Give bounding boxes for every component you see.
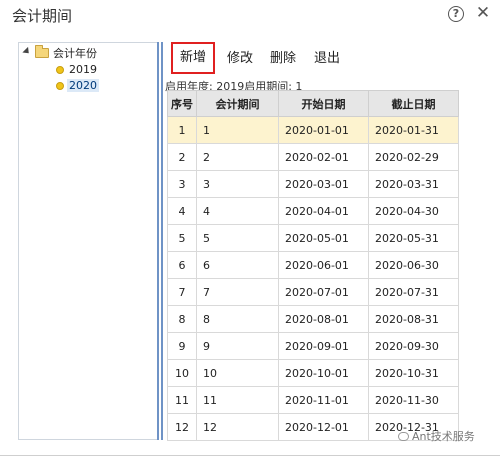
cell-end-date: 2020-02-29 [368,143,459,171]
cell-start-date: 2020-07-01 [278,278,369,306]
watermark-text: Ant技术服务 [412,430,475,443]
year-dot-icon [56,66,64,74]
toolbar: 新增 修改 删除 退出 [163,42,473,76]
delete-button[interactable]: 删除 [270,48,296,70]
cell-seq: 10 [167,359,197,387]
exit-button[interactable]: 退出 [314,48,340,70]
cell-end-date: 2020-08-31 [368,305,459,333]
cell-seq: 12 [167,413,197,441]
cell-seq: 2 [167,143,197,171]
cell-period: 2 [196,143,279,171]
table-row[interactable]: 10 10 2020-10-01 2020-10-31 [167,359,459,387]
column-header-start[interactable]: 开始日期 [278,90,369,117]
tree-item-label: 2020 [67,79,99,92]
cell-end-date: 2020-05-31 [368,224,459,252]
cell-period: 1 [196,116,279,144]
watermark: Ant技术服务 [398,428,475,444]
table-row[interactable]: 3 3 2020-03-01 2020-03-31 [167,170,459,198]
cell-end-date: 2020-07-31 [368,278,459,306]
cell-end-date: 2020-04-30 [368,197,459,225]
cell-period: 6 [196,251,279,279]
cell-seq: 11 [167,386,197,414]
cell-start-date: 2020-11-01 [278,386,369,414]
title-bar: 会计期间 ? ✕ [0,0,500,30]
table-row[interactable]: 7 7 2020-07-01 2020-07-31 [167,278,459,306]
cell-seq: 9 [167,332,197,360]
dialog-bottom-border [0,455,500,456]
table-row[interactable]: 11 11 2020-11-01 2020-11-30 [167,386,459,414]
tree-item-label: 2019 [69,63,97,76]
cell-start-date: 2020-10-01 [278,359,369,387]
help-icon[interactable]: ? [448,6,464,22]
cell-end-date: 2020-03-31 [368,170,459,198]
cell-start-date: 2020-01-01 [278,116,369,144]
cell-start-date: 2020-12-01 [278,413,369,441]
tree-item-2020[interactable]: 2020 [19,77,157,93]
cell-period: 11 [196,386,279,414]
cell-seq: 6 [167,251,197,279]
add-button[interactable]: 新增 [171,42,216,74]
cell-period: 3 [196,170,279,198]
tree-root-label: 会计年份 [53,47,97,60]
wechat-icon [398,432,409,441]
year-tree: 会计年份 2019 2020 [18,42,158,440]
cell-end-date: 2020-09-30 [368,332,459,360]
cell-period: 5 [196,224,279,252]
cell-seq: 3 [167,170,197,198]
cell-end-date: 2020-01-31 [368,116,459,144]
cell-start-date: 2020-03-01 [278,170,369,198]
cell-start-date: 2020-04-01 [278,197,369,225]
cell-end-date: 2020-06-30 [368,251,459,279]
table-row[interactable]: 2 2 2020-02-01 2020-02-29 [167,143,459,171]
window-title: 会计期间 [12,7,73,25]
cell-seq: 8 [167,305,197,333]
cell-start-date: 2020-06-01 [278,251,369,279]
folder-icon [35,45,49,58]
table-row[interactable]: 4 4 2020-04-01 2020-04-30 [167,197,459,225]
cell-period: 10 [196,359,279,387]
table-row[interactable]: 1 1 2020-01-01 2020-01-31 [167,116,459,144]
cell-period: 8 [196,305,279,333]
tree-item-2019[interactable]: 2019 [19,61,157,77]
cell-start-date: 2020-09-01 [278,332,369,360]
cell-seq: 1 [167,116,197,144]
column-header-end[interactable]: 截止日期 [368,90,459,117]
table-row[interactable]: 6 6 2020-06-01 2020-06-30 [167,251,459,279]
cell-period: 9 [196,332,279,360]
cell-start-date: 2020-05-01 [278,224,369,252]
cell-seq: 5 [167,224,197,252]
cell-period: 12 [196,413,279,441]
cell-end-date: 2020-11-30 [368,386,459,414]
tree-root-node[interactable]: 会计年份 [19,43,157,61]
table-header-row: 序号 会计期间 开始日期 截止日期 [167,90,459,117]
cell-start-date: 2020-02-01 [278,143,369,171]
cell-seq: 4 [167,197,197,225]
cell-period: 4 [196,197,279,225]
cell-period: 7 [196,278,279,306]
period-pane: 新增 修改 删除 退出 启用年度: 2019启用期间: 1 序号 会计期间 开始… [163,42,473,441]
year-dot-icon [56,82,64,90]
cell-seq: 7 [167,278,197,306]
close-icon[interactable]: ✕ [474,3,492,23]
column-header-period[interactable]: 会计期间 [196,90,279,117]
cell-end-date: 2020-10-31 [368,359,459,387]
period-table: 序号 会计期间 开始日期 截止日期 1 1 2020-01-01 2020-01… [167,90,459,441]
cell-start-date: 2020-08-01 [278,305,369,333]
table-row[interactable]: 8 8 2020-08-01 2020-08-31 [167,305,459,333]
column-header-seq[interactable]: 序号 [167,90,197,117]
table-row[interactable]: 9 9 2020-09-01 2020-09-30 [167,332,459,360]
table-row[interactable]: 5 5 2020-05-01 2020-05-31 [167,224,459,252]
expand-arrow-icon[interactable] [22,46,32,57]
edit-button[interactable]: 修改 [227,48,253,70]
